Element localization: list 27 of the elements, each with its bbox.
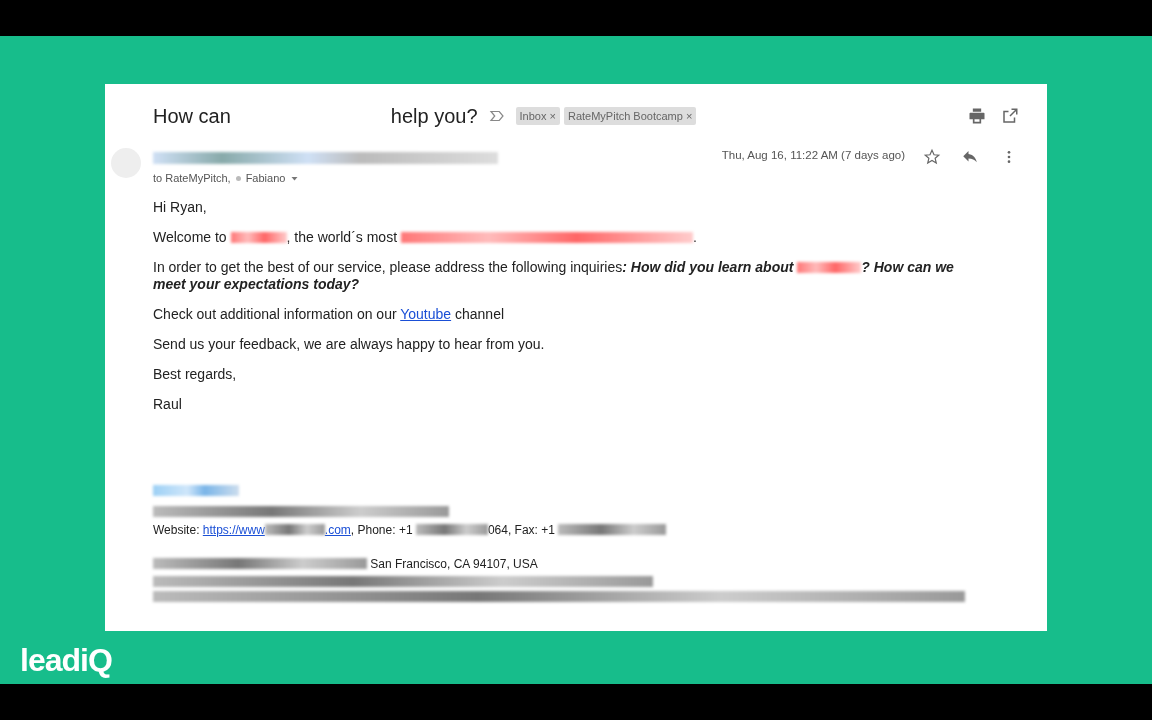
recipient-text: to RateMyPitch,	[153, 171, 231, 186]
signature-line: San Francisco, CA 94107, USA	[153, 554, 1047, 573]
paragraph: Best regards,	[153, 365, 238, 383]
link[interactable]: https://www	[202, 522, 265, 537]
subject-text: help you?	[390, 104, 478, 129]
paragraph: Check out additional information on our Youtube channel	[153, 305, 506, 323]
brand-logo: leadiQ	[20, 641, 112, 680]
paragraph: Raul	[153, 395, 183, 413]
open-new-window-icon[interactable]	[1001, 107, 1019, 125]
link[interactable]: .com	[324, 522, 351, 537]
link[interactable]: Youtube	[400, 305, 452, 322]
paragraph: Hi Ryan,	[153, 198, 208, 216]
redacted-text	[264, 523, 325, 535]
redacted-text	[797, 261, 862, 273]
label-chip[interactable]: Inbox ×	[515, 106, 560, 126]
paragraph: Welcome to , the world´s most .	[153, 228, 698, 246]
print-icon[interactable]	[967, 106, 987, 126]
label-chip[interactable]: RateMyPitch Bootcamp ×	[563, 106, 697, 126]
message-date: Thu, Aug 16, 11:22 AM (7 days ago)	[721, 148, 905, 163]
paragraph: In order to get the best of our service, please address the following inquiries: How did you learn about ? How can we meet your expectations today?	[153, 258, 955, 293]
paragraph: Send us your feedback, we are always happy to hear from you.	[153, 335, 546, 353]
signature-line: Website: https://www .com, Phone: +1 064, Fax: +1	[153, 520, 1047, 539]
status-dot	[235, 175, 241, 181]
star-icon[interactable]	[923, 148, 941, 166]
recipient-text: Fabiano	[245, 171, 286, 186]
subject-text: How can	[153, 104, 231, 129]
redacted-text	[230, 231, 287, 243]
